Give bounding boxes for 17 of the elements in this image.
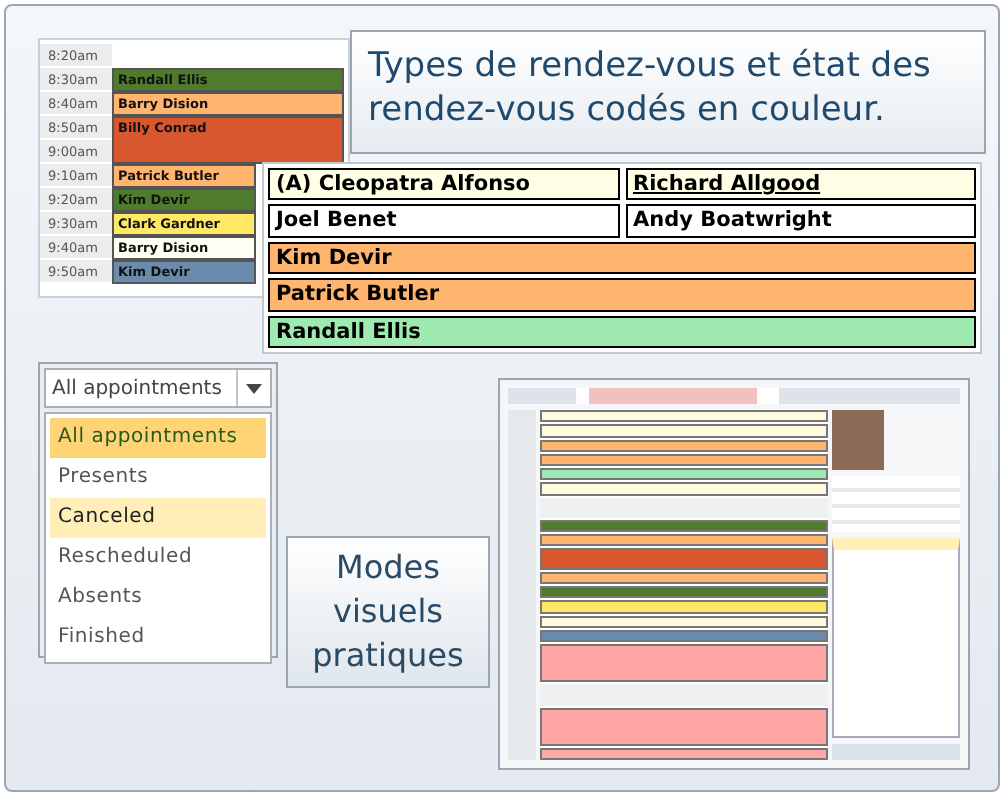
appointment[interactable]: Andy Boatwright [625,204,976,238]
caret-icon [246,383,262,393]
appointment[interactable]: Patrick Butler [268,278,976,312]
caption-text: Types de rendez-vous et état des rendez-vous codés en couleur. [350,30,986,154]
dropdown-option[interactable]: Absents [50,578,266,618]
appointment[interactable]: Kim Devir [268,241,976,275]
appointment[interactable]: Randall Ellis [268,315,976,349]
dropdown-option[interactable]: Finished [50,618,266,658]
appointment[interactable]: Joel Benet [268,204,619,238]
dropdown-option[interactable]: Presents [50,458,266,498]
dropdown-option[interactable]: Canceled [50,498,266,538]
dropdown-option[interactable]: Rescheduled [50,538,266,578]
appointment[interactable]: Richard Allgood [625,168,976,201]
callout-text: Modes visuels pratiques [286,536,490,688]
appointment[interactable]: (A) Cleopatra Alfonso [268,168,619,201]
dropdown-option[interactable]: All appointments [50,418,266,458]
filter-dropdown[interactable]: All appointments [44,368,272,408]
